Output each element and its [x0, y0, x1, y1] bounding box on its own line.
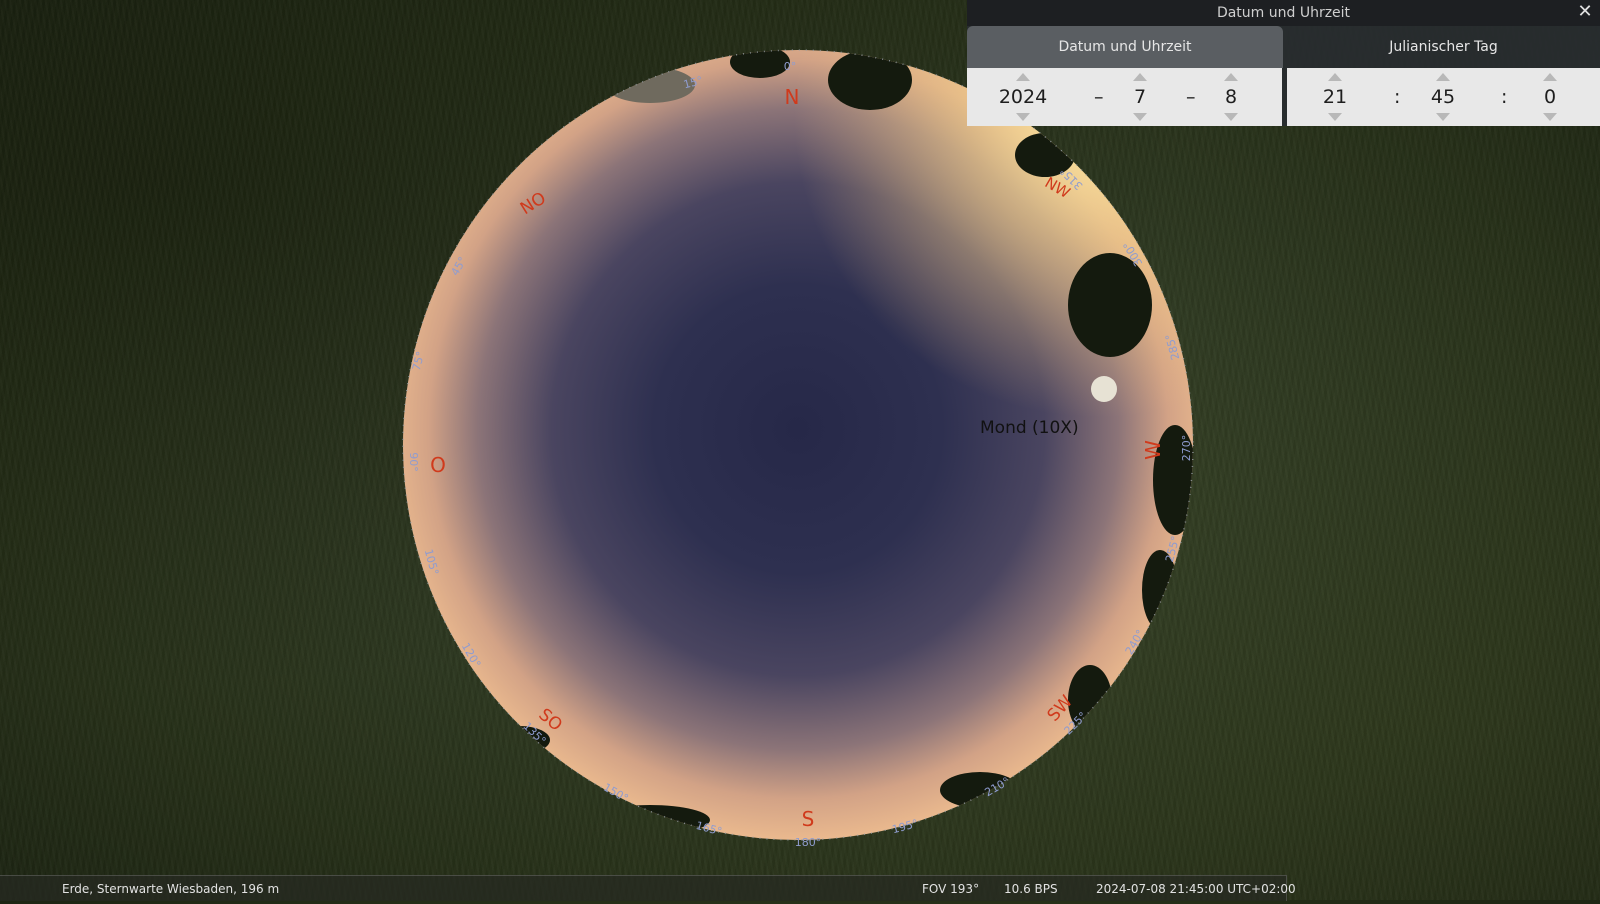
day-spinbox[interactable]: 8 [1213, 68, 1249, 126]
date-time-dialog[interactable]: Datum und Uhrzeit ✕ Datum und Uhrzeit Ju… [967, 0, 1600, 126]
azimuth-label: 90° [407, 452, 420, 472]
dialog-title: Datum und Uhrzeit [1216, 5, 1351, 21]
moon-icon[interactable] [1091, 376, 1117, 402]
location-text[interactable]: Erde, Sternwarte Wiesbaden, 196 m [62, 882, 279, 896]
cardinal-east: O [430, 453, 446, 477]
close-icon[interactable]: ✕ [1574, 1, 1596, 23]
cardinal-north: N [785, 85, 800, 109]
moon-label: Mond (10X) [980, 418, 1079, 438]
day-up-arrow-icon[interactable] [1224, 73, 1238, 81]
second-value[interactable]: 0 [1532, 86, 1568, 108]
time-separator: : [1394, 86, 1401, 108]
minute-spinbox[interactable]: 45 [1423, 68, 1463, 126]
tab-date-time[interactable]: Datum und Uhrzeit [967, 26, 1283, 68]
hour-spinbox[interactable]: 21 [1315, 68, 1355, 126]
sky-dome[interactable]: N NO O SO S SW W NW 0° 15° 45° 75° 90° 1… [0, 0, 1600, 900]
month-down-arrow-icon[interactable] [1133, 113, 1147, 121]
time-panel: 21 : 45 : 0 [1287, 68, 1600, 126]
day-down-arrow-icon[interactable] [1224, 113, 1238, 121]
minute-value[interactable]: 45 [1423, 86, 1463, 108]
hour-value[interactable]: 21 [1315, 86, 1355, 108]
second-up-arrow-icon[interactable] [1543, 73, 1557, 81]
status-bar: Erde, Sternwarte Wiesbaden, 196 m FOV 19… [0, 875, 1296, 901]
month-up-arrow-icon[interactable] [1133, 73, 1147, 81]
cardinal-west: W [1141, 440, 1165, 460]
year-down-arrow-icon[interactable] [1016, 113, 1030, 121]
second-down-arrow-icon[interactable] [1543, 113, 1557, 121]
hour-down-arrow-icon[interactable] [1328, 113, 1342, 121]
year-up-arrow-icon[interactable] [1016, 73, 1030, 81]
tab-julian-day[interactable]: Julianischer Tag [1287, 26, 1600, 68]
year-value[interactable]: 2024 [987, 86, 1059, 108]
time-separator: : [1501, 86, 1508, 108]
minute-down-arrow-icon[interactable] [1436, 113, 1450, 121]
azimuth-label: 0° [784, 60, 797, 73]
second-spinbox[interactable]: 0 [1532, 68, 1568, 126]
fps-text: 10.6 BPS [1004, 882, 1058, 896]
azimuth-label: 270° [1180, 435, 1193, 462]
day-value[interactable]: 8 [1213, 86, 1249, 108]
dialog-titlebar[interactable]: Datum und Uhrzeit ✕ [967, 0, 1600, 26]
sky-view[interactable]: N NO O SO S SW W NW 0° 15° 45° 75° 90° 1… [0, 0, 1600, 900]
year-spinbox[interactable]: 2024 [987, 68, 1059, 126]
date-panel: 2024 – 7 – 8 [967, 68, 1282, 126]
month-spinbox[interactable]: 7 [1122, 68, 1158, 126]
date-separator: – [1186, 86, 1196, 108]
azimuth-label: 180° [795, 836, 822, 849]
cardinal-south: S [802, 807, 815, 831]
month-value[interactable]: 7 [1122, 86, 1158, 108]
date-separator: – [1094, 86, 1104, 108]
datetime-text[interactable]: 2024-07-08 21:45:00 UTC+02:00 [1096, 882, 1296, 896]
hour-up-arrow-icon[interactable] [1328, 73, 1342, 81]
fov-text: FOV 193° [922, 882, 980, 896]
minute-up-arrow-icon[interactable] [1436, 73, 1450, 81]
